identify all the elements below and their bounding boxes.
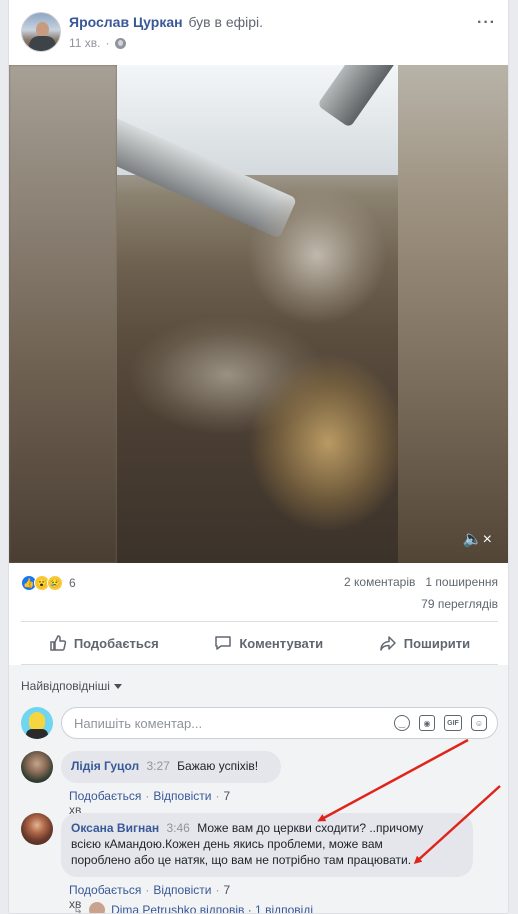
comment-input-tools: ‿ ◉ GIF ☺ — [394, 715, 487, 731]
meta-separator: · — [105, 36, 110, 50]
video-frame[interactable] — [117, 65, 398, 563]
comment-bubble: Лідія Гуцол 3:27 Бажаю успіхів! — [61, 751, 281, 783]
comment-button-label: Коментувати — [239, 635, 324, 651]
post-card: Ярослав Цуркан був в ефірі. 11 хв. · ···… — [8, 0, 509, 914]
comment-button[interactable]: Коментувати — [214, 634, 323, 652]
avatar-face — [29, 712, 45, 730]
comment-input-box[interactable]: ‿ ◉ GIF ☺ — [61, 707, 498, 739]
author-avatar[interactable] — [21, 12, 61, 52]
views-count: 79 переглядів — [421, 597, 498, 611]
like-button[interactable]: Подобається — [49, 634, 159, 652]
comment-bubble-icon — [215, 636, 232, 650]
engagement-counts: 2 коментарів 1 поширення — [344, 575, 498, 589]
reactions-summary[interactable]: 👍 😮 😢 6 — [21, 575, 76, 591]
commenter-name-link[interactable]: Оксана Вигнан — [71, 821, 159, 835]
post-time[interactable]: 11 хв. — [69, 36, 101, 50]
reply-author-avatar — [89, 902, 106, 913]
chevron-down-icon — [113, 684, 122, 690]
dot-separator: · — [215, 789, 220, 803]
avatar-body — [29, 36, 56, 51]
sad-reaction-icon: 😢 — [47, 575, 63, 591]
sort-label: Найвідповідніші — [21, 679, 110, 693]
globe-icon[interactable] — [114, 37, 126, 49]
comment-bubble: Оксана Вигнан 3:46 Може вам до церкви сх… — [61, 813, 473, 877]
sticker-icon[interactable]: ☺ — [471, 715, 487, 731]
post-actions-bar: Подобається Коментувати Поширити — [21, 621, 498, 665]
comment-reply-link[interactable]: Відповісти — [153, 789, 211, 803]
author-line: Ярослав Цуркан був в ефірі. — [69, 14, 263, 30]
video-steam — [247, 185, 387, 325]
comment-like-link[interactable]: Подобається — [69, 883, 141, 897]
author-name-link[interactable]: Ярослав Цуркан — [69, 14, 183, 30]
share-button-label: Поширити — [403, 635, 471, 651]
dot-separator: · — [145, 789, 150, 803]
comment-video-time[interactable]: 3:27 — [146, 759, 169, 773]
comment-text-line-2: всією кАмандою.Кожен день якись проблеми… — [71, 837, 383, 851]
like-button-label: Подобається — [73, 635, 159, 651]
dot-separator: · — [145, 883, 150, 897]
post-header: Ярослав Цуркан був в ефірі. 11 хв. · ··· — [9, 0, 508, 64]
video-blur-left — [9, 65, 117, 563]
more-horizontal-icon[interactable]: ··· — [477, 14, 496, 32]
replies-preview-text: Dima Petrushko відповів · 1 відповіді — [111, 903, 313, 914]
reply-arrow-icon: ↳ — [73, 903, 84, 914]
shares-count-link[interactable]: 1 поширення — [425, 575, 498, 589]
commenter-name-link[interactable]: Лідія Гуцол — [71, 759, 139, 773]
share-arrow-icon — [380, 636, 396, 651]
avatar-head — [36, 22, 49, 37]
camera-icon[interactable]: ◉ — [419, 715, 435, 731]
comments-section: Найвідповідніші ‿ ◉ GIF ☺ Лідія Гуцол 3:… — [9, 665, 508, 914]
author-action-text: був в ефірі. — [188, 14, 264, 30]
current-user-avatar[interactable] — [21, 707, 53, 739]
comment-text-line-3: пороблено або це натяк, що вам не потріб… — [71, 853, 412, 867]
comment-input[interactable] — [74, 715, 394, 731]
post-stats: 👍 😮 😢 6 2 коментарів 1 поширення 79 пере… — [9, 563, 508, 621]
gif-icon[interactable]: GIF — [444, 715, 462, 731]
comment-reply-link[interactable]: Відповісти — [153, 883, 211, 897]
comment-text-line-1: Може вам до церкви сходити? ..причому — [197, 821, 424, 835]
commenter-avatar[interactable] — [21, 751, 53, 783]
comment-like-link[interactable]: Подобається — [69, 789, 141, 803]
post-meta: 11 хв. · — [69, 36, 126, 50]
share-button[interactable]: Поширити — [379, 634, 470, 652]
thumbs-up-icon — [50, 635, 66, 651]
volume-muted-icon[interactable]: 🔈× — [463, 529, 492, 549]
video-blur-right — [398, 65, 508, 563]
emoji-icon[interactable]: ‿ — [394, 715, 410, 731]
view-replies-link[interactable]: ↳ Dima Petrushko відповів · 1 відповіді — [73, 902, 313, 914]
live-video-player[interactable]: 🔈× — [9, 65, 508, 563]
video-grass — [248, 353, 398, 533]
dot-separator: · — [215, 883, 220, 897]
comment-sort-dropdown[interactable]: Найвідповідніші — [21, 679, 122, 693]
reactions-count: 6 — [69, 576, 76, 590]
comment-video-time[interactable]: 3:46 — [167, 821, 190, 835]
comment-text: Бажаю успіхів! — [177, 759, 259, 773]
avatar-shirt — [26, 729, 48, 739]
comments-count-link[interactable]: 2 коментарів — [344, 575, 415, 589]
commenter-avatar[interactable] — [21, 813, 53, 845]
